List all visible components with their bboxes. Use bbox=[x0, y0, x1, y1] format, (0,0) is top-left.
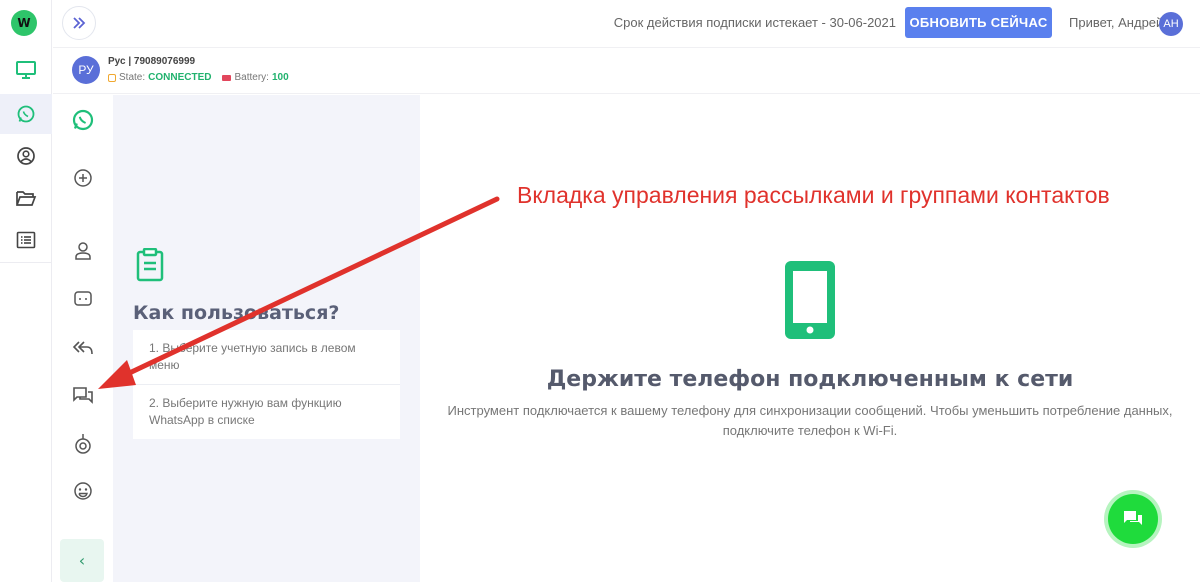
state-label: State: bbox=[119, 72, 146, 83]
collapse-panel-button[interactable]: ‹ bbox=[60, 539, 104, 582]
state-value: CONNECTED bbox=[148, 72, 212, 83]
tool-chat[interactable] bbox=[53, 279, 113, 319]
main-nav-rail: W bbox=[0, 0, 52, 582]
how-to-use-title: Как пользоваться? bbox=[133, 302, 340, 324]
tool-add[interactable] bbox=[53, 158, 113, 198]
phone-icon bbox=[782, 258, 838, 346]
top-bar: Срок действия подписки истекает - 30-06-… bbox=[53, 0, 1200, 48]
expand-sidebar-button[interactable] bbox=[62, 6, 96, 40]
app-logo[interactable]: W bbox=[11, 10, 37, 36]
emoji-icon bbox=[74, 482, 92, 500]
nav-item-folder[interactable] bbox=[0, 178, 52, 218]
contact-icon bbox=[75, 242, 91, 260]
messages-icon bbox=[73, 387, 93, 404]
tool-emoji[interactable] bbox=[53, 471, 113, 511]
battery-value: 100 bbox=[271, 72, 289, 83]
reply-all-icon bbox=[72, 341, 93, 355]
nav-item-whatsapp[interactable] bbox=[0, 94, 52, 134]
tool-reply-all[interactable] bbox=[53, 328, 113, 368]
tool-whatsapp[interactable] bbox=[53, 100, 113, 140]
chevron-left-icon: ‹ bbox=[78, 551, 86, 570]
help-panel: Как пользоваться? 1. Выберите учетную за… bbox=[113, 95, 420, 582]
user-circle-icon bbox=[17, 147, 35, 165]
keep-connected-description: Инструмент подключается к вашему телефон… bbox=[447, 403, 1173, 438]
state-icon bbox=[108, 73, 116, 82]
tool-broadcast[interactable] bbox=[53, 424, 113, 464]
battery-icon bbox=[222, 74, 232, 81]
tool-mailings[interactable] bbox=[53, 376, 113, 416]
chat-icon bbox=[1124, 511, 1142, 525]
account-status: State: CONNECTED Battery: 100 bbox=[108, 72, 289, 83]
main-content: Вкладка управления рассылками и группами… bbox=[420, 95, 1200, 582]
step-item: 2. Выберите нужную вам функцию WhatsApp … bbox=[149, 396, 342, 427]
annotation-text: Вкладка управления рассылками и группами… bbox=[517, 182, 1110, 208]
tools-column: ‹ bbox=[53, 95, 113, 582]
list-icon bbox=[16, 231, 36, 249]
folder-open-icon bbox=[16, 191, 37, 206]
account-bar: РУ Рус | 79089076999 State: CONNECTED Ba… bbox=[53, 49, 1200, 94]
nav-item-list[interactable] bbox=[0, 220, 52, 260]
clipboard-icon bbox=[135, 247, 165, 286]
steps-list: 1. Выберите учетную запись в левом меню … bbox=[133, 330, 400, 439]
subscription-expiry-text: Срок действия подписки истекает - 30-06-… bbox=[613, 15, 896, 30]
whatsapp-icon bbox=[72, 109, 94, 131]
monitor-icon bbox=[16, 61, 36, 79]
step-item: 1. Выберите учетную запись в левом меню bbox=[133, 330, 400, 385]
user-avatar[interactable]: АН bbox=[1159, 12, 1183, 36]
nav-item-profile[interactable] bbox=[0, 136, 52, 176]
logo-letter: W bbox=[17, 16, 31, 30]
whatsapp-icon bbox=[17, 105, 35, 123]
nav-item-monitor[interactable] bbox=[0, 50, 52, 90]
double-chevron-right-icon bbox=[73, 17, 86, 29]
broadcast-icon bbox=[75, 434, 91, 454]
rail-divider bbox=[0, 262, 52, 263]
chat-bubble-icon bbox=[74, 291, 92, 306]
renew-now-button[interactable]: ОБНОВИТЬ СЕЙЧАС bbox=[905, 7, 1052, 38]
user-greeting: Привет, Андрей bbox=[1069, 15, 1164, 30]
chat-support-button[interactable] bbox=[1108, 494, 1158, 544]
account-name: Рус | 79089076999 bbox=[108, 56, 196, 67]
battery-label: Battery: bbox=[234, 72, 269, 83]
keep-connected-title: Держите телефон подключенным к сети bbox=[546, 367, 1074, 392]
account-avatar[interactable]: РУ bbox=[72, 56, 100, 84]
tool-contacts[interactable] bbox=[53, 231, 113, 271]
add-circle-icon bbox=[74, 169, 92, 187]
